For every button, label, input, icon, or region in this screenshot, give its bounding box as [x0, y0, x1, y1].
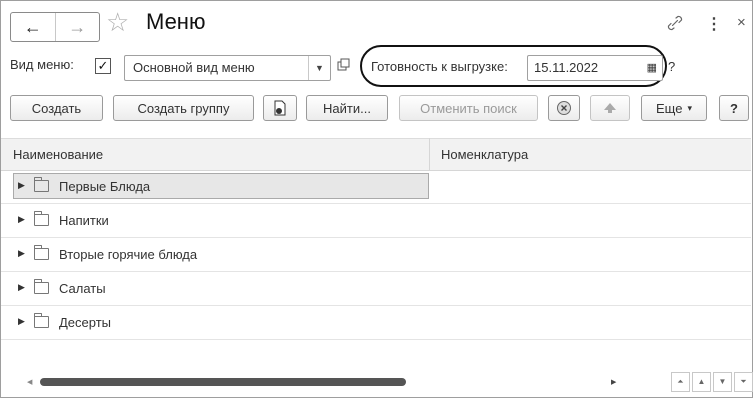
expand-arrow-icon[interactable]: ▶ — [18, 316, 25, 327]
close-icon[interactable]: × — [737, 14, 746, 31]
row-name: Салаты — [59, 281, 106, 296]
calendar-icon[interactable]: ▦ — [647, 61, 657, 74]
table-row[interactable]: ▶ Первые Блюда — [1, 170, 751, 204]
more-menu-button[interactable]: Еще ▾ — [641, 95, 707, 121]
page-title: Меню — [146, 9, 206, 34]
table-row[interactable]: ▶ Напитки — [1, 204, 751, 238]
menu-type-select[interactable]: Основной вид меню ▼ — [124, 55, 331, 81]
column-header-nomenclature[interactable]: Номенклатура — [441, 139, 528, 170]
arrow-left-icon: ← — [23, 16, 42, 37]
row-name: Десерты — [59, 315, 112, 330]
row-name: Напитки — [59, 213, 109, 228]
expand-arrow-icon[interactable]: ▶ — [18, 248, 25, 259]
menu-type-value: Основной вид меню — [133, 60, 255, 75]
cancel-search-button[interactable]: Отменить поиск — [399, 95, 538, 121]
ready-date-label: Готовность к выгрузке: — [371, 59, 508, 74]
clear-button[interactable] — [548, 95, 580, 121]
chevron-down-icon: ▾ — [687, 102, 692, 113]
scroll-left-icon[interactable]: ◀ — [27, 378, 32, 386]
ready-date-field[interactable]: 15.11.2022 ▦ — [527, 55, 663, 81]
move-up-button[interactable] — [590, 95, 630, 121]
arrow-right-icon: → — [68, 16, 87, 37]
table-row[interactable]: ▶ Десерты — [1, 306, 751, 340]
folder-icon — [34, 245, 49, 260]
table-row[interactable]: ▶ Салаты — [1, 272, 751, 306]
table-row[interactable]: ▶ Вторые горячие блюда — [1, 238, 751, 272]
forward-button[interactable]: → — [54, 13, 100, 41]
page-down-icon[interactable]: ▼ — [713, 372, 732, 392]
folder-icon — [34, 313, 49, 328]
scroll-right-icon[interactable]: ▶ — [611, 378, 616, 386]
folder-icon — [34, 177, 49, 192]
link-icon[interactable] — [667, 15, 683, 36]
create-button[interactable]: Создать — [10, 95, 103, 121]
more-icon[interactable]: ⋮ — [706, 14, 722, 34]
column-header-name[interactable]: Наименование — [13, 139, 103, 170]
back-button[interactable]: ← — [11, 13, 55, 41]
find-button[interactable]: Найти... — [306, 95, 388, 121]
open-icon[interactable] — [336, 58, 350, 72]
create-group-button[interactable]: Создать группу — [113, 95, 254, 121]
row-name: Вторые горячие блюда — [59, 247, 198, 262]
document-icon — [274, 100, 286, 116]
horizontal-scrollbar-thumb[interactable] — [40, 378, 406, 386]
last-page-icon[interactable]: ⏷ — [734, 372, 753, 392]
table-header: Наименование Номенклатура — [1, 138, 751, 171]
column-divider[interactable] — [429, 138, 430, 170]
nav-button-group: ← → — [10, 12, 100, 42]
star-icon[interactable]: ☆ — [106, 9, 129, 35]
expand-arrow-icon[interactable]: ▶ — [18, 180, 25, 191]
clear-circle-icon — [557, 101, 571, 115]
arrow-up-icon — [604, 103, 616, 113]
folder-icon — [34, 211, 49, 226]
expand-arrow-icon[interactable]: ▶ — [18, 214, 25, 225]
more-menu-label: Еще — [656, 100, 683, 116]
ready-date-value: 15.11.2022 — [534, 60, 599, 75]
page-up-icon[interactable]: ▲ — [692, 372, 711, 392]
menu-type-checkbox[interactable]: ✓ — [95, 58, 111, 74]
first-page-icon[interactable]: ⏶ — [671, 372, 690, 392]
expand-arrow-icon[interactable]: ▶ — [18, 282, 25, 293]
help-mark[interactable]: ? — [668, 57, 675, 77]
help-button[interactable]: ? — [719, 95, 749, 121]
menu-type-label: Вид меню: — [10, 57, 74, 72]
chevron-down-icon[interactable]: ▼ — [308, 56, 330, 80]
print-doc-button[interactable] — [263, 95, 297, 121]
folder-icon — [34, 279, 49, 294]
row-name: Первые Блюда — [59, 179, 151, 194]
